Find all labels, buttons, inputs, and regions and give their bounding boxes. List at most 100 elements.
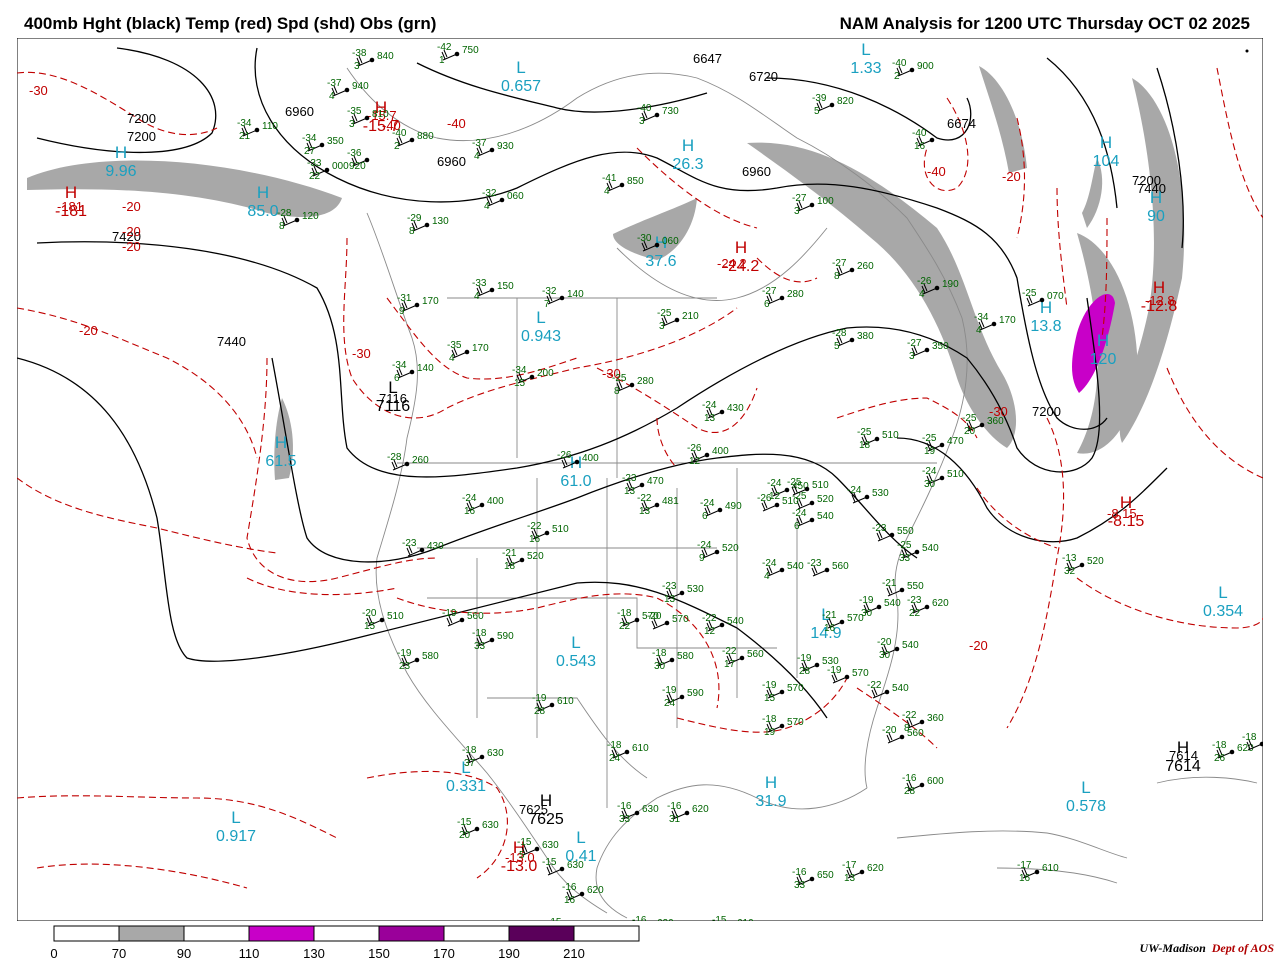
obs-height: 610 (632, 743, 649, 754)
obs-temperature: -24 (700, 498, 715, 509)
credit-label: UW-Madison Dept of AOS (1140, 941, 1274, 956)
center-letter: H (65, 183, 77, 202)
obs-temperature: -18 (1242, 732, 1257, 743)
obs-height: 610 (737, 918, 754, 921)
obs-temperature: -19 (797, 653, 812, 664)
analysis-time-title: NAM Analysis for 1200 UTC Thursday OCT 0… (839, 14, 1250, 33)
obs-dewpoint-depression: 16 (914, 141, 926, 152)
obs-dewpoint-depression: 17 (724, 659, 736, 670)
center-value: -181 (55, 203, 87, 220)
obs-temperature: -18 (462, 745, 477, 756)
obs-temperature: -20 (362, 608, 377, 619)
center-value: 90 (1147, 208, 1165, 225)
obs-temperature: -24 (697, 540, 712, 551)
obs-height: 570 (847, 613, 864, 624)
obs-dewpoint-depression: 5 (519, 850, 525, 861)
obs-dewpoint-depression: 5 (834, 341, 840, 352)
obs-height: 510 (387, 611, 404, 622)
obs-temperature: -22 (702, 613, 717, 624)
height-contour-label: 7200 (1032, 404, 1061, 419)
obs-height: 540 (817, 511, 834, 522)
obs-dewpoint-depression: 33 (619, 814, 631, 825)
obs-dewpoint-depression: 13 (624, 486, 636, 497)
obs-height: 580 (422, 651, 439, 662)
obs-height: 000 (332, 161, 349, 172)
obs-dewpoint-depression: 3 (639, 116, 645, 127)
obs-height: 350 (327, 136, 344, 147)
obs-height: 400 (712, 446, 729, 457)
obs-temperature: -25 (612, 373, 627, 384)
height-contour-label: 6720 (749, 69, 778, 84)
center-value: 1.33 (850, 60, 881, 77)
center-value: -12.8 (1141, 298, 1178, 315)
center-letter: H (1177, 738, 1189, 757)
center-value: -8.15 (1108, 513, 1145, 530)
colorbar-box (508, 925, 575, 942)
obs-height: 580 (677, 651, 694, 662)
center-letter: H (275, 433, 287, 452)
obs-temperature: -36 (347, 148, 362, 159)
center-value: 0.657 (501, 78, 541, 95)
obs-dewpoint-depression: 26 (1214, 753, 1226, 764)
obs-height: 540 (884, 598, 901, 609)
obs-temperature: -26 (557, 450, 572, 461)
obs-temperature: -18 (607, 740, 622, 751)
obs-temperature: -31 (397, 293, 412, 304)
obs-temperature: -39 (812, 93, 827, 104)
obs-height: 610 (1042, 863, 1059, 874)
obs-temperature: -23 (662, 581, 677, 592)
obs-height: 550 (897, 526, 914, 537)
obs-temperature: -16 (902, 773, 917, 784)
obs-height: 470 (647, 476, 664, 487)
temperature-contour-label: -30 (352, 346, 371, 361)
obs-height: 510 (947, 469, 964, 480)
obs-height: 200 (537, 368, 554, 379)
obs-temperature: -28 (832, 328, 847, 339)
obs-height: 630 (567, 860, 584, 871)
obs-temperature: -22 (637, 493, 652, 504)
obs-dewpoint-depression: 33 (899, 553, 911, 564)
obs-temperature: -23 (622, 473, 637, 484)
obs-temperature: -13 (1062, 553, 1077, 564)
obs-temperature: -25 (657, 308, 672, 319)
obs-dewpoint-depression: 18 (504, 561, 516, 572)
obs-dewpoint-depression: 18 (859, 440, 871, 451)
obs-height: 110 (262, 121, 278, 132)
obs-dewpoint-depression: 4 (474, 291, 480, 302)
obs-temperature: -25 (1022, 288, 1037, 299)
obs-dewpoint-depression: 16 (1019, 873, 1031, 884)
obs-temperature: -18 (617, 608, 632, 619)
obs-height: 520 (817, 494, 834, 505)
obs-temperature: -33 (472, 278, 487, 289)
obs-dewpoint-depression: 6 (794, 521, 800, 532)
obs-dewpoint-depression: 12 (704, 626, 716, 637)
obs-height: 620 (692, 804, 709, 815)
colorbar-box (248, 925, 315, 942)
center-value: 61.5 (265, 453, 296, 470)
obs-dewpoint-depression: 5 (814, 106, 820, 117)
obs-height: 820 (837, 96, 854, 107)
obs-height: 520 (722, 543, 739, 554)
obs-height: 150 (497, 281, 514, 292)
obs-height: 560 (907, 728, 924, 739)
obs-temperature: -19 (859, 595, 874, 606)
obs-dewpoint-depression: 4 (764, 571, 770, 582)
temperature-contour-label: -20 (122, 239, 141, 254)
obs-dewpoint-depression: 3 (794, 206, 800, 217)
obs-height: 470 (947, 436, 964, 447)
obs-dewpoint-depression: 22 (909, 608, 921, 619)
obs-dewpoint-depression: 4 (976, 325, 982, 336)
obs-height: 430 (427, 541, 444, 552)
obs-dewpoint-depression: 3 (354, 61, 360, 72)
center-letter: L (1081, 778, 1090, 797)
obs-temperature: -40 (892, 58, 907, 69)
obs-dewpoint-depression: 920 (349, 161, 366, 172)
obs-temperature: -30 (637, 233, 652, 244)
obs-height: 190 (942, 279, 959, 290)
obs-dewpoint-depression: 22 (619, 621, 631, 632)
obs-height: 530 (872, 488, 889, 499)
center-letter: H (735, 238, 747, 257)
obs-temperature: -21 (502, 548, 517, 559)
center-value: 61.0 (560, 473, 591, 490)
obs-dewpoint-depression: 3 (659, 321, 665, 332)
